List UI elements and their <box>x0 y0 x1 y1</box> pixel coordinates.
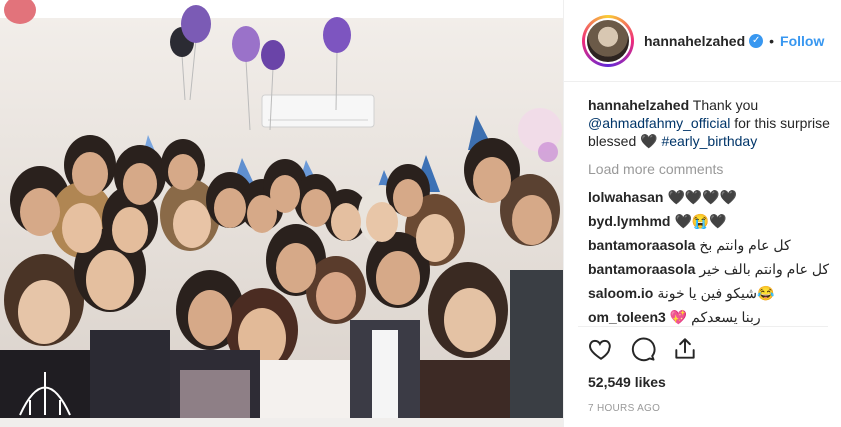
heart-icon[interactable] <box>588 336 614 362</box>
caption-hashtag-link[interactable]: #early_birthday <box>661 133 757 149</box>
comment-username[interactable]: byd.lymhmd <box>588 213 670 229</box>
caption-username[interactable]: hannahelzahed <box>588 97 689 113</box>
comment-text: 😂شيكو فين يا خونة <box>657 285 775 301</box>
comments-list: hannahelzahed Thank you @ahmadfahmy_offi… <box>588 96 838 328</box>
post-side-panel: hannahelzahed ✓ • Follow hannahelzahed T… <box>563 0 841 427</box>
comment-icon[interactable] <box>630 336 656 362</box>
actions-divider <box>578 326 828 327</box>
verified-badge-icon: ✓ <box>749 33 764 48</box>
comment-text: كل عام وانتم بخ <box>699 237 791 253</box>
comment-row: bantamoraasola كل عام وانتم بخ <box>588 236 838 254</box>
post-header: hannahelzahed ✓ • Follow <box>564 0 841 82</box>
comment-text: ربنا يسعدكم 💖 <box>669 309 761 325</box>
comment-row: byd.lymhmd 🖤😭🖤 <box>588 212 838 230</box>
comment-row: bantamoraasola كل عام وانتم بالف خير <box>588 260 838 278</box>
comment-text: كل عام وانتم بالف خير <box>699 261 830 277</box>
header-username[interactable]: hannahelzahed <box>644 33 745 49</box>
post-timestamp[interactable]: 7 HOURS AGO <box>588 403 660 414</box>
party-photo <box>0 0 563 427</box>
comment-username[interactable]: lolwahasan <box>588 189 663 205</box>
separator-dot: • <box>769 32 775 49</box>
avatar[interactable] <box>582 14 634 67</box>
avatar-image <box>585 17 631 64</box>
follow-button[interactable]: Follow <box>780 33 824 49</box>
post-photo[interactable] <box>0 0 563 427</box>
comment-row: saloom.io 😂شيكو فين يا خونة <box>588 284 838 302</box>
likes-count[interactable]: 52,549 likes <box>588 374 666 390</box>
comment-username[interactable]: om_toleen3 <box>588 309 666 325</box>
share-icon[interactable] <box>672 336 698 362</box>
caption-text-1: Thank you <box>689 97 759 113</box>
comment-username[interactable]: bantamoraasola <box>588 261 695 277</box>
load-more-comments-button[interactable]: Load more comments <box>588 160 838 178</box>
comment-row: om_toleen3 ربنا يسعدكم 💖 <box>588 308 838 326</box>
caption-mention-link[interactable]: @ahmadfahmy_official <box>588 115 730 131</box>
comment-text: 🖤😭🖤 <box>674 213 727 229</box>
comment-text: 🖤🖤🖤🖤 <box>667 189 738 205</box>
caption-heart-emoji: 🖤 <box>640 133 658 149</box>
comment-row: lolwahasan 🖤🖤🖤🖤 <box>588 188 838 206</box>
post-actions <box>588 336 698 362</box>
comment-username[interactable]: saloom.io <box>588 285 653 301</box>
comment-username[interactable]: bantamoraasola <box>588 237 695 253</box>
post-caption: hannahelzahed Thank you @ahmadfahmy_offi… <box>588 96 838 150</box>
